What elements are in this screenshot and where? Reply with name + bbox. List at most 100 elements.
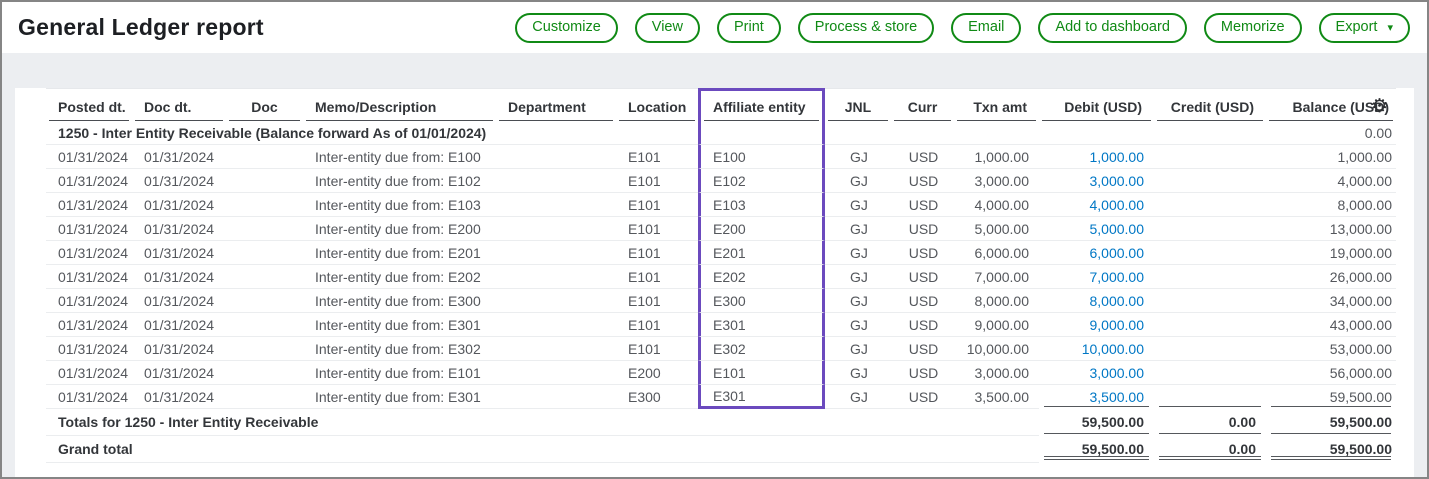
view-button[interactable]: View <box>635 13 700 43</box>
table-row: 01/31/202401/31/2024Inter-entity due fro… <box>46 265 1396 289</box>
cell-debit-usd: 9,000.00 <box>1039 313 1154 337</box>
cell-jnl: GJ <box>825 241 891 265</box>
cell-doc-dt: 01/31/2024 <box>132 265 226 289</box>
table-row: 01/31/202401/31/2024Inter-entity due fro… <box>46 337 1396 361</box>
debit-drilldown-link[interactable]: 7,000.00 <box>1090 269 1145 285</box>
general-ledger-table: Posted dt.Doc dt.DocMemo/DescriptionDepa… <box>46 88 1396 463</box>
debit-drilldown-link[interactable]: 5,000.00 <box>1090 221 1145 237</box>
cell-department <box>496 169 616 193</box>
cell-affiliate-entity: E103 <box>698 193 825 217</box>
cell-txn-amt: 1,000.00 <box>954 145 1039 169</box>
cell-credit-usd <box>1154 385 1266 409</box>
cell-location: E200 <box>616 361 698 385</box>
table-row: 01/31/202401/31/2024Inter-entity due fro… <box>46 361 1396 385</box>
add-to-dashboard-button[interactable]: Add to dashboard <box>1038 13 1186 43</box>
cell-affiliate-entity: E100 <box>698 145 825 169</box>
export-button[interactable]: Export▾ <box>1319 13 1410 43</box>
cell-location: E101 <box>616 337 698 361</box>
cell-posted-dt: 01/31/2024 <box>46 337 132 361</box>
cell-credit-usd <box>1154 289 1266 313</box>
totals-row: Totals for 1250 - Inter Entity Receivabl… <box>46 409 1396 436</box>
cell-jnl: GJ <box>825 313 891 337</box>
cell-affiliate-entity <box>698 121 825 145</box>
debit-drilldown-link[interactable]: 6,000.00 <box>1090 245 1145 261</box>
cell-affiliate-entity: E202 <box>698 265 825 289</box>
cell-doc <box>226 361 303 385</box>
cell-txn-amt: 3,000.00 <box>954 169 1039 193</box>
table-header-row: Posted dt.Doc dt.DocMemo/DescriptionDepa… <box>46 88 1396 121</box>
debit-drilldown-link[interactable]: 3,000.00 <box>1090 173 1145 189</box>
cell-doc-dt: 01/31/2024 <box>132 145 226 169</box>
cell-doc <box>226 241 303 265</box>
cell-doc-dt: 01/31/2024 <box>132 169 226 193</box>
cell-debit-usd: 8,000.00 <box>1039 289 1154 313</box>
column-header-credit-usd: Credit (USD) <box>1154 88 1266 121</box>
debit-drilldown-link[interactable]: 3,500.00 <box>1090 389 1145 405</box>
cell-location: E101 <box>616 145 698 169</box>
cell-location: E101 <box>616 241 698 265</box>
cell-department <box>496 265 616 289</box>
debit-drilldown-link[interactable]: 1,000.00 <box>1090 149 1145 165</box>
cell-doc <box>226 337 303 361</box>
cell-location: E101 <box>616 265 698 289</box>
cell-balance-usd: 8,000.00 <box>1266 193 1396 217</box>
customize-button[interactable]: Customize <box>515 13 618 43</box>
cell-curr: USD <box>891 385 954 409</box>
cell-balance-usd: 13,000.00 <box>1266 217 1396 241</box>
cell-credit-usd <box>1154 361 1266 385</box>
cell-department <box>496 289 616 313</box>
column-header-label: JNL <box>828 96 888 121</box>
cell-doc-dt: 01/31/2024 <box>132 217 226 241</box>
debit-drilldown-link[interactable]: 4,000.00 <box>1090 197 1145 213</box>
cell-credit-usd <box>1154 241 1266 265</box>
cell-affiliate-entity: E201 <box>698 241 825 265</box>
button-label: Export <box>1336 20 1378 35</box>
cell-jnl: GJ <box>825 361 891 385</box>
debit-drilldown-link[interactable]: 10,000.00 <box>1082 341 1144 357</box>
cell-balance-usd: 56,000.00 <box>1266 361 1396 385</box>
cell-txn-amt: 3,000.00 <box>954 361 1039 385</box>
cell-debit-usd: 4,000.00 <box>1039 193 1154 217</box>
debit-drilldown-link[interactable]: 8,000.00 <box>1090 293 1145 309</box>
cell-debit-usd: 10,000.00 <box>1039 337 1154 361</box>
column-header-jnl: JNL <box>825 88 891 121</box>
debit-drilldown-link[interactable]: 9,000.00 <box>1090 317 1145 333</box>
cell-department <box>496 385 616 409</box>
cell-location: E101 <box>616 193 698 217</box>
column-header-debit-usd: Debit (USD) <box>1039 88 1154 121</box>
table-row: 01/31/202401/31/2024Inter-entity due fro… <box>46 169 1396 193</box>
gear-icon[interactable]: ⚙ <box>1371 97 1388 116</box>
grand-total-row-label: Grand total <box>46 436 1039 463</box>
cell-department <box>496 361 616 385</box>
cell-curr: USD <box>891 169 954 193</box>
cell-affiliate-entity: E101 <box>698 361 825 385</box>
cell-department <box>496 241 616 265</box>
column-header-label: Doc dt. <box>135 96 223 121</box>
process-store-button[interactable]: Process & store <box>798 13 934 43</box>
cell-curr: USD <box>891 145 954 169</box>
column-header-department: Department <box>496 88 616 121</box>
cell-posted-dt: 01/31/2024 <box>46 361 132 385</box>
cell-affiliate-entity: E300 <box>698 289 825 313</box>
debit-drilldown-link[interactable]: 3,000.00 <box>1090 365 1145 381</box>
cell-txn-amt: 6,000.00 <box>954 241 1039 265</box>
cell-department <box>496 313 616 337</box>
email-button[interactable]: Email <box>951 13 1021 43</box>
column-header-label: Txn amt <box>957 96 1036 121</box>
cell-balance-usd: 34,000.00 <box>1266 289 1396 313</box>
column-header-label: Affiliate entity <box>704 96 819 121</box>
table-row: 01/31/202401/31/2024Inter-entity due fro… <box>46 313 1396 337</box>
column-header-affiliate-entity: Affiliate entity <box>698 88 825 121</box>
grand-total-row: Grand total59,500.000.0059,500.00 <box>46 436 1396 463</box>
cell-doc <box>226 289 303 313</box>
cell-credit-usd <box>1154 265 1266 289</box>
cell-posted-dt: 01/31/2024 <box>46 169 132 193</box>
print-button[interactable]: Print <box>717 13 781 43</box>
cell-txn-amt: 5,000.00 <box>954 217 1039 241</box>
cell-location: E101 <box>616 169 698 193</box>
memorize-button[interactable]: Memorize <box>1204 13 1302 43</box>
cell-location: E101 <box>616 217 698 241</box>
button-label: Customize <box>532 20 601 35</box>
cell-posted-dt: 01/31/2024 <box>46 313 132 337</box>
cell-affiliate-entity: E301 <box>698 385 825 409</box>
